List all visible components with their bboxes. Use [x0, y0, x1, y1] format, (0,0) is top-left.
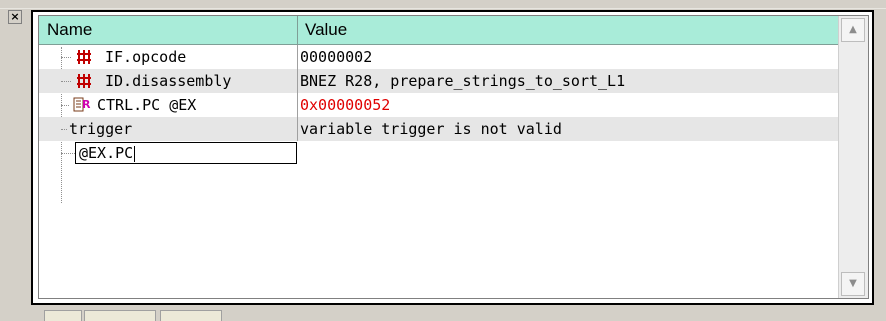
tree-branch — [61, 81, 71, 82]
name-cell: trigger — [39, 117, 298, 141]
bottom-tab[interactable] — [160, 310, 222, 321]
vertical-scrollbar[interactable]: ▲ ▼ — [838, 16, 868, 298]
signal-bus-icon — [77, 50, 91, 64]
watch-row[interactable]: IF.opcode 00000002 — [39, 45, 842, 69]
watch-name: trigger — [69, 120, 133, 138]
tree-branch — [61, 153, 75, 154]
value-cell: variable trigger is not valid — [300, 120, 562, 138]
scroll-up-button[interactable]: ▲ — [841, 18, 865, 42]
bottom-tab[interactable] — [84, 310, 156, 321]
column-header-value[interactable]: Value — [299, 16, 347, 44]
watch-row[interactable]: trigger variable trigger is not valid — [39, 117, 842, 141]
value-cell: 00000002 — [300, 48, 373, 66]
watch-row[interactable]: ID.disassembly BNEZ R28, prepare_strings… — [39, 69, 842, 93]
watch-name: ID.disassembly — [105, 72, 232, 90]
value-cell: 0x00000052 — [300, 96, 391, 114]
grid-header: Name Value — [39, 16, 842, 45]
watch-grid: Name Value IF.opcode 00000002 ID.disasse… — [38, 15, 869, 299]
column-header-name[interactable]: Name — [39, 16, 298, 44]
watch-name: IF.opcode — [105, 48, 187, 66]
close-icon[interactable]: × — [8, 10, 22, 24]
watch-expression-input[interactable]: @EX.PC — [75, 142, 297, 164]
register-icon: R — [73, 97, 91, 112]
name-cell: R CTRL.PC @EX — [39, 93, 298, 117]
scroll-down-button[interactable]: ▼ — [841, 272, 865, 296]
signal-bus-icon — [77, 74, 91, 88]
watch-edit-row[interactable]: @EX.PC — [39, 141, 842, 165]
svg-text:R: R — [82, 98, 91, 111]
watch-panel: Name Value IF.opcode 00000002 ID.disasse… — [31, 10, 874, 305]
text-caret — [134, 145, 136, 162]
name-cell: ID.disassembly — [39, 69, 298, 93]
watch-row[interactable]: R CTRL.PC @EX 0x00000052 — [39, 93, 842, 117]
watch-name: CTRL.PC @EX — [97, 96, 197, 114]
tree-branch — [61, 129, 67, 130]
bottom-tab[interactable] — [44, 310, 82, 321]
top-toolbar-strip — [0, 0, 886, 9]
name-cell: IF.opcode — [39, 45, 298, 69]
tree-branch — [61, 105, 69, 106]
tree-branch — [61, 57, 71, 58]
value-cell: BNEZ R28, prepare_strings_to_sort_L1 — [300, 72, 626, 90]
edit-text: @EX.PC — [79, 144, 134, 162]
